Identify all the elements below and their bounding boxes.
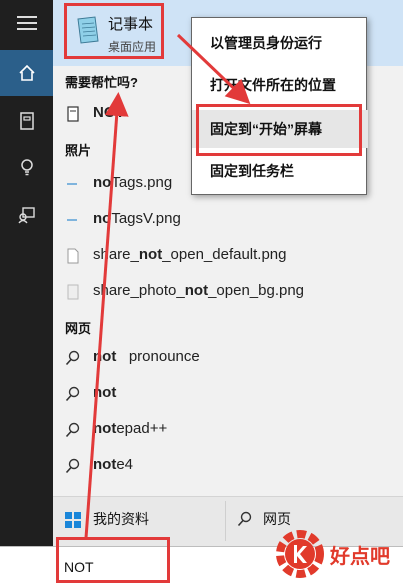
left-rail (0, 0, 53, 588)
list-item[interactable]: share_not_open_default.png (53, 238, 403, 274)
my-stuff-label: 我的资料 (93, 511, 149, 527)
section-web-heading: 网页 (65, 321, 92, 336)
document-icon (67, 106, 79, 122)
watermark-text: 好点吧 (330, 546, 390, 568)
result-suffix: pronounce (116, 348, 200, 365)
notebook-button[interactable] (0, 98, 53, 144)
list-item[interactable]: share_photo_not_open_bg.png (53, 274, 403, 310)
divider (225, 501, 226, 541)
result-match-text: no (93, 174, 112, 191)
menu-item-pin-to-taskbar[interactable]: 固定到任务栏 (192, 152, 368, 190)
search-icon (65, 350, 80, 366)
result-match-text: not (93, 456, 117, 473)
list-item[interactable]: not (53, 376, 403, 412)
search-icon (65, 458, 80, 474)
list-item[interactable]: noTagsV.png (53, 202, 403, 238)
image-file-icon (67, 183, 77, 185)
result-prefix: share_ (93, 246, 139, 263)
result-match-text: not (138, 246, 163, 263)
result-suffix: e4 (116, 456, 134, 473)
home-button[interactable] (0, 50, 53, 96)
hamburger-icon (16, 16, 37, 30)
home-icon (18, 64, 35, 81)
start-search-panel: 记事本 桌面应用 需要帮忙吗? NOT 照片 noTags.png noTags… (0, 0, 403, 588)
image-file-icon (67, 219, 77, 221)
search-icon (237, 511, 252, 527)
result-match-text: not (93, 420, 117, 437)
windows-logo-icon (65, 512, 81, 528)
menu-item-run-as-admin[interactable]: 以管理员身份运行 (192, 24, 368, 62)
search-icon (65, 386, 80, 402)
list-item[interactable]: notepad++ (53, 412, 403, 448)
list-item[interactable]: note4 (53, 448, 403, 484)
feedback-button[interactable] (0, 192, 53, 238)
result-suffix: epad++ (116, 420, 168, 437)
section-help-heading: 需要帮忙吗? (65, 75, 138, 90)
reminders-button[interactable] (0, 144, 53, 190)
hamburger-menu-button[interactable] (0, 0, 53, 46)
annotation-box-search (56, 537, 170, 583)
result-match-text: not (93, 384, 117, 401)
watermark: 好点吧 (270, 520, 403, 588)
search-icon (65, 422, 80, 438)
feedback-icon (17, 207, 35, 224)
result-suffix: _open_bg.png (208, 282, 305, 299)
result-suffix: TagsV.png (111, 210, 181, 227)
list-item[interactable]: not pronounce (53, 340, 403, 376)
result-match-text: no (93, 210, 112, 227)
menu-item-open-file-location[interactable]: 打开文件所在的位置 (192, 66, 368, 104)
notebook-icon (19, 112, 34, 130)
result-suffix: Tags.png (111, 174, 173, 191)
watermark-gear-logo (276, 530, 324, 578)
result-match-text: not (184, 282, 209, 299)
result-match-text: NOT (93, 104, 125, 121)
annotation-box-best-match (64, 3, 164, 59)
lightbulb-icon (20, 159, 33, 176)
result-match-text: not (93, 348, 117, 365)
file-icon (67, 284, 79, 300)
annotation-box-pin-to-start (196, 104, 362, 156)
result-suffix: _open_default.png (162, 246, 287, 263)
file-icon (67, 248, 79, 264)
section-photos-heading: 照片 (65, 143, 92, 158)
result-prefix: share_photo_ (93, 282, 185, 299)
